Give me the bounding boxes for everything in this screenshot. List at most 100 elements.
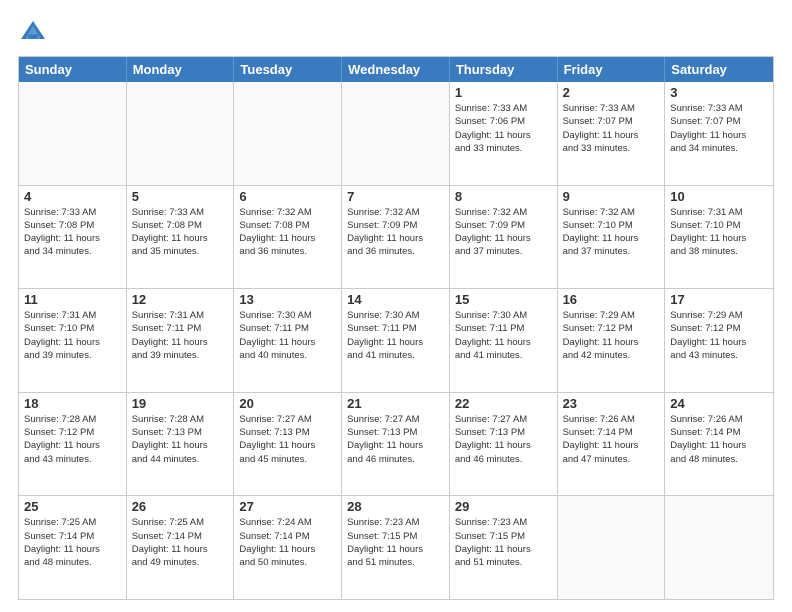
calendar-cell: 22 Sunrise: 7:27 AM Sunset: 7:13 PM Dayli…	[450, 393, 558, 496]
day-number: 17	[670, 292, 768, 307]
calendar-cell: 26Sunrise: 7:25 AM Sunset: 7:14 PM Dayli…	[127, 496, 235, 599]
header-cell-monday: Monday	[127, 57, 235, 82]
day-number: 15	[455, 292, 552, 307]
header-cell-tuesday: Tuesday	[234, 57, 342, 82]
day-info: Sunrise: 7:31 AM Sunset: 7:10 PM Dayligh…	[24, 309, 121, 362]
day-info: Sunrise: 7:27 AM Sunset: 7:13 PM Dayligh…	[455, 413, 552, 466]
calendar-cell: 13 Sunrise: 7:30 AM Sunset: 7:11 PM Dayli…	[234, 289, 342, 392]
day-number: 10	[670, 189, 768, 204]
day-number: 28	[347, 499, 444, 514]
day-info: Sunrise: 7:24 AM Sunset: 7:14 PM Dayligh…	[239, 516, 336, 569]
day-number: 8	[455, 189, 552, 204]
calendar-cell: 15 Sunrise: 7:30 AM Sunset: 7:11 PM Dayli…	[450, 289, 558, 392]
day-info: Sunrise: 7:31 AM Sunset: 7:10 PM Dayligh…	[670, 206, 768, 259]
logo-icon	[18, 18, 48, 48]
calendar-body: 1 Sunrise: 7:33 AM Sunset: 7:06 PM Daylig…	[19, 82, 773, 599]
day-info: Sunrise: 7:29 AM Sunset: 7:12 PM Dayligh…	[563, 309, 660, 362]
day-info: Sunrise: 7:27 AM Sunset: 7:13 PM Dayligh…	[347, 413, 444, 466]
day-number: 13	[239, 292, 336, 307]
calendar-cell: 28 Sunrise: 7:23 AM Sunset: 7:15 PM Dayli…	[342, 496, 450, 599]
logo	[18, 18, 52, 48]
calendar-cell: 11 Sunrise: 7:31 AM Sunset: 7:10 PM Dayli…	[19, 289, 127, 392]
header-cell-friday: Friday	[558, 57, 666, 82]
day-info: Sunrise: 7:33 AM Sunset: 7:07 PM Dayligh…	[670, 102, 768, 155]
calendar-cell: 5Sunrise: 7:33 AM Sunset: 7:08 PM Daylig…	[127, 186, 235, 289]
calendar-cell: 3 Sunrise: 7:33 AM Sunset: 7:07 PM Daylig…	[665, 82, 773, 185]
day-number: 3	[670, 85, 768, 100]
day-number: 27	[239, 499, 336, 514]
day-number: 21	[347, 396, 444, 411]
day-info: Sunrise: 7:32 AM Sunset: 7:08 PM Dayligh…	[239, 206, 336, 259]
day-number: 25	[24, 499, 121, 514]
calendar-cell	[558, 496, 666, 599]
calendar-cell: 17 Sunrise: 7:29 AM Sunset: 7:12 PM Dayli…	[665, 289, 773, 392]
day-number: 26	[132, 499, 229, 514]
day-number: 7	[347, 189, 444, 204]
calendar-cell: 8 Sunrise: 7:32 AM Sunset: 7:09 PM Daylig…	[450, 186, 558, 289]
day-number: 23	[563, 396, 660, 411]
calendar-header-row: SundayMondayTuesdayWednesdayThursdayFrid…	[19, 57, 773, 82]
day-info: Sunrise: 7:30 AM Sunset: 7:11 PM Dayligh…	[239, 309, 336, 362]
calendar-cell	[665, 496, 773, 599]
header-cell-wednesday: Wednesday	[342, 57, 450, 82]
day-number: 24	[670, 396, 768, 411]
day-number: 12	[132, 292, 229, 307]
header-cell-thursday: Thursday	[450, 57, 558, 82]
day-info: Sunrise: 7:31 AM Sunset: 7:11 PM Dayligh…	[132, 309, 229, 362]
calendar-cell: 27 Sunrise: 7:24 AM Sunset: 7:14 PM Dayli…	[234, 496, 342, 599]
day-number: 18	[24, 396, 121, 411]
calendar-cell: 20Sunrise: 7:27 AM Sunset: 7:13 PM Dayli…	[234, 393, 342, 496]
calendar-row-4: 25 Sunrise: 7:25 AM Sunset: 7:14 PM Dayli…	[19, 495, 773, 599]
day-info: Sunrise: 7:28 AM Sunset: 7:13 PM Dayligh…	[132, 413, 229, 466]
calendar-cell: 21 Sunrise: 7:27 AM Sunset: 7:13 PM Dayli…	[342, 393, 450, 496]
calendar-cell	[127, 82, 235, 185]
day-info: Sunrise: 7:32 AM Sunset: 7:09 PM Dayligh…	[455, 206, 552, 259]
calendar-cell: 29 Sunrise: 7:23 AM Sunset: 7:15 PM Dayli…	[450, 496, 558, 599]
day-info: Sunrise: 7:26 AM Sunset: 7:14 PM Dayligh…	[670, 413, 768, 466]
calendar-row-3: 18 Sunrise: 7:28 AM Sunset: 7:12 PM Dayli…	[19, 392, 773, 496]
page: SundayMondayTuesdayWednesdayThursdayFrid…	[0, 0, 792, 612]
day-info: Sunrise: 7:32 AM Sunset: 7:09 PM Dayligh…	[347, 206, 444, 259]
day-number: 14	[347, 292, 444, 307]
calendar: SundayMondayTuesdayWednesdayThursdayFrid…	[18, 56, 774, 600]
calendar-cell: 1 Sunrise: 7:33 AM Sunset: 7:06 PM Daylig…	[450, 82, 558, 185]
day-info: Sunrise: 7:23 AM Sunset: 7:15 PM Dayligh…	[347, 516, 444, 569]
day-info: Sunrise: 7:33 AM Sunset: 7:06 PM Dayligh…	[455, 102, 552, 155]
day-info: Sunrise: 7:30 AM Sunset: 7:11 PM Dayligh…	[455, 309, 552, 362]
calendar-cell: 2 Sunrise: 7:33 AM Sunset: 7:07 PM Daylig…	[558, 82, 666, 185]
calendar-cell: 23 Sunrise: 7:26 AM Sunset: 7:14 PM Dayli…	[558, 393, 666, 496]
day-number: 29	[455, 499, 552, 514]
calendar-row-0: 1 Sunrise: 7:33 AM Sunset: 7:06 PM Daylig…	[19, 82, 773, 185]
day-number: 22	[455, 396, 552, 411]
calendar-cell: 16 Sunrise: 7:29 AM Sunset: 7:12 PM Dayli…	[558, 289, 666, 392]
calendar-cell: 14 Sunrise: 7:30 AM Sunset: 7:11 PM Dayli…	[342, 289, 450, 392]
calendar-row-2: 11 Sunrise: 7:31 AM Sunset: 7:10 PM Dayli…	[19, 288, 773, 392]
calendar-cell: 6Sunrise: 7:32 AM Sunset: 7:08 PM Daylig…	[234, 186, 342, 289]
calendar-cell: 25 Sunrise: 7:25 AM Sunset: 7:14 PM Dayli…	[19, 496, 127, 599]
calendar-cell: 10 Sunrise: 7:31 AM Sunset: 7:10 PM Dayli…	[665, 186, 773, 289]
day-number: 5	[132, 189, 229, 204]
calendar-cell: 12 Sunrise: 7:31 AM Sunset: 7:11 PM Dayli…	[127, 289, 235, 392]
calendar-row-1: 4Sunrise: 7:33 AM Sunset: 7:08 PM Daylig…	[19, 185, 773, 289]
day-info: Sunrise: 7:25 AM Sunset: 7:14 PM Dayligh…	[24, 516, 121, 569]
day-number: 11	[24, 292, 121, 307]
day-info: Sunrise: 7:29 AM Sunset: 7:12 PM Dayligh…	[670, 309, 768, 362]
header	[18, 18, 774, 48]
day-number: 1	[455, 85, 552, 100]
day-info: Sunrise: 7:23 AM Sunset: 7:15 PM Dayligh…	[455, 516, 552, 569]
day-number: 16	[563, 292, 660, 307]
calendar-cell: 7 Sunrise: 7:32 AM Sunset: 7:09 PM Daylig…	[342, 186, 450, 289]
calendar-cell: 9Sunrise: 7:32 AM Sunset: 7:10 PM Daylig…	[558, 186, 666, 289]
calendar-cell	[234, 82, 342, 185]
day-number: 2	[563, 85, 660, 100]
day-info: Sunrise: 7:26 AM Sunset: 7:14 PM Dayligh…	[563, 413, 660, 466]
day-info: Sunrise: 7:33 AM Sunset: 7:07 PM Dayligh…	[563, 102, 660, 155]
day-info: Sunrise: 7:30 AM Sunset: 7:11 PM Dayligh…	[347, 309, 444, 362]
day-number: 20	[239, 396, 336, 411]
day-info: Sunrise: 7:33 AM Sunset: 7:08 PM Dayligh…	[24, 206, 121, 259]
day-number: 9	[563, 189, 660, 204]
calendar-cell	[19, 82, 127, 185]
calendar-cell	[342, 82, 450, 185]
day-info: Sunrise: 7:28 AM Sunset: 7:12 PM Dayligh…	[24, 413, 121, 466]
header-cell-saturday: Saturday	[665, 57, 773, 82]
